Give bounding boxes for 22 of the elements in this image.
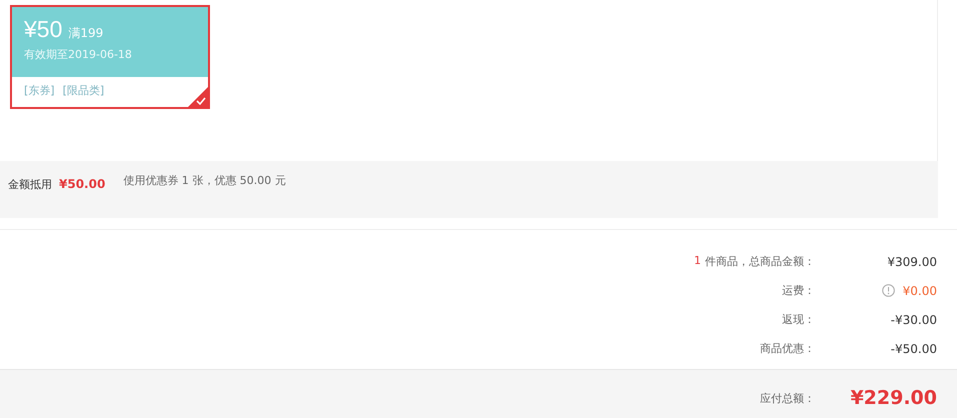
coupon-condition: 满199: [68, 26, 104, 40]
check-icon: [188, 87, 208, 107]
coupon-expiry: 有效期至2019-06-18: [24, 47, 132, 62]
discount-amount: ¥50.00: [59, 177, 106, 191]
summary-label: 返现：: [782, 312, 815, 327]
coupon-card[interactable]: ¥50 满199 有效期至2019-06-18 [东券] [限品类]: [10, 5, 210, 109]
discount-label: 金额抵用: [8, 178, 52, 191]
coupon-tag: [东券]: [24, 83, 55, 98]
summary-label: 件商品，总商品金额：: [705, 254, 815, 269]
summary-value: -¥50.00: [890, 342, 937, 356]
total-label: 应付总额：: [760, 391, 815, 406]
total-value: ¥229.00: [850, 387, 937, 409]
summary-value: -¥30.00: [890, 312, 937, 326]
summary-label: 运费：: [782, 283, 815, 298]
coupon-amount: ¥50: [24, 16, 62, 42]
item-count: 1: [694, 254, 701, 269]
info-icon[interactable]: [882, 284, 895, 297]
summary-label: 商品优惠：: [760, 341, 815, 356]
summary-value: ¥0.00: [902, 284, 937, 298]
summary-value: ¥309.00: [887, 254, 937, 268]
coupon-note: 使用优惠券 1 张，优惠 50.00 元: [123, 173, 286, 188]
coupon-tag: [限品类]: [62, 83, 104, 98]
